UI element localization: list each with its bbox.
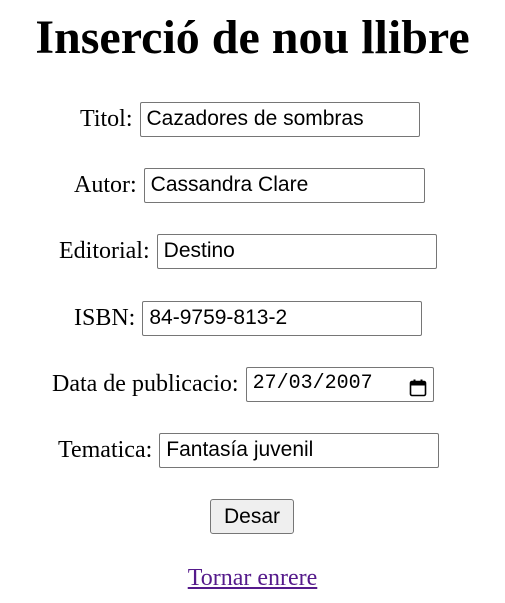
title-row: Titol: Cazadores de sombras (80, 101, 420, 137)
author-input[interactable]: Cassandra Clare (143, 167, 425, 203)
publication-date-input[interactable]: 27/03/2007 (245, 366, 434, 402)
publication-date-row: Data de publicacio: 27/03/2007 (52, 366, 434, 402)
author-row: Autor: Cassandra Clare (74, 167, 425, 203)
title-label: Titol: (80, 106, 133, 132)
isbn-label: ISBN: (74, 305, 136, 331)
isbn-input[interactable]: 84-9759-813-2 (142, 300, 423, 336)
publisher-row: Editorial: Destino (59, 233, 437, 269)
theme-row: Tematica: Fantasía juvenil (58, 432, 440, 468)
isbn-row: ISBN: 84-9759-813-2 (74, 300, 423, 336)
back-link[interactable]: Tornar enrere (0, 560, 505, 596)
theme-input[interactable]: Fantasía juvenil (159, 432, 440, 468)
author-label: Autor: (74, 172, 137, 198)
calendar-icon[interactable] (409, 375, 427, 397)
page-title: Inserció de nou llibre (35, 11, 470, 64)
publication-date-label: Data de publicacio: (52, 371, 239, 397)
publisher-input[interactable]: Destino (156, 233, 437, 269)
publisher-label: Editorial: (59, 238, 150, 264)
publication-date-value: 27/03/2007 (252, 372, 373, 395)
theme-label: Tematica: (58, 437, 153, 463)
save-button[interactable]: Desar (210, 499, 294, 534)
title-input[interactable]: Cazadores de sombras (139, 101, 420, 137)
